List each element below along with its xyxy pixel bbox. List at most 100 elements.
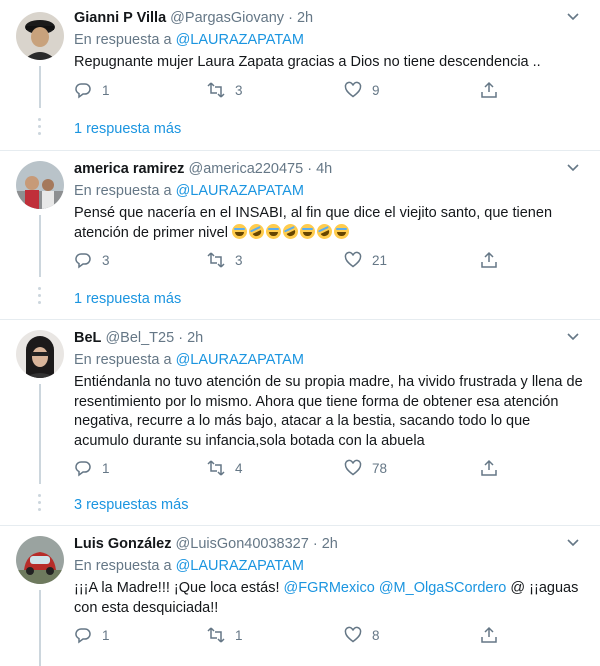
- tweet-text: Repugnante mujer Laura Zapata gracias a …: [74, 54, 541, 70]
- reply-icon: [75, 461, 91, 477]
- chevron-down-icon[interactable]: [566, 538, 580, 548]
- reply-count: 3: [102, 252, 110, 268]
- reply-icon: [75, 628, 91, 644]
- reply-prefix: En respuesta a: [74, 558, 172, 574]
- chevron-down-icon[interactable]: [566, 332, 580, 342]
- chevron-down-icon[interactable]: [566, 163, 580, 173]
- reply-button[interactable]: 3: [74, 250, 110, 270]
- reply-prefix: En respuesta a: [74, 352, 172, 368]
- timestamp[interactable]: 2h: [297, 10, 313, 26]
- separator-dot: ·: [178, 330, 184, 346]
- joy-emoji: [231, 223, 247, 239]
- tweet-actions: 1 1 8: [74, 625, 534, 647]
- tweet-header: Gianni P Villa @PargasGiovany · 2h: [74, 10, 313, 26]
- display-name[interactable]: america ramirez: [74, 161, 184, 177]
- share-icon: [481, 81, 497, 98]
- tweet-actions: 1 4 78: [74, 458, 534, 480]
- share-button[interactable]: [480, 80, 508, 100]
- display-name[interactable]: Gianni P Villa: [74, 10, 166, 26]
- timestamp[interactable]: 4h: [316, 161, 332, 177]
- user-handle[interactable]: @LuisGon40038327: [176, 536, 309, 552]
- avatar[interactable]: [16, 12, 64, 60]
- reply-button[interactable]: 1: [74, 458, 110, 478]
- reply-mention-link[interactable]: @LAURAZAPATAM: [176, 183, 304, 199]
- share-button[interactable]: [480, 625, 508, 645]
- reply-context: En respuesta a @LAURAZAPATAM: [74, 352, 304, 368]
- like-button[interactable]: 8: [344, 625, 380, 645]
- tweet-1[interactable]: Gianni P Villa @PargasGiovany · 2h En re…: [0, 0, 600, 150]
- mention-link[interactable]: @FGRMexico: [284, 580, 375, 596]
- tweet-actions: 1 3 9: [74, 80, 534, 102]
- separator-dot: ·: [288, 10, 293, 26]
- retweet-button[interactable]: 1: [207, 625, 243, 645]
- reply-context: En respuesta a @LAURAZAPATAM: [74, 183, 304, 199]
- avatar[interactable]: [16, 536, 64, 584]
- retweet-icon: [207, 460, 225, 476]
- retweet-count: 4: [235, 460, 243, 476]
- heart-icon: [344, 81, 362, 98]
- retweet-count: 3: [235, 252, 243, 268]
- tweet-3[interactable]: BeL @Bel_T25 · 2h En respuesta a @LAURAZ…: [0, 320, 600, 525]
- tweet-text-block: ¡¡¡A la Madre!!! ¡Que loca estás! @FGRMe…: [74, 579, 584, 618]
- user-handle[interactable]: @america220475: [188, 161, 303, 177]
- thread-line: [39, 66, 41, 108]
- tweet-2[interactable]: america ramirez @america220475 · 4h En r…: [0, 151, 600, 319]
- display-name[interactable]: Luis González: [74, 536, 172, 552]
- thread-dots: [38, 287, 42, 308]
- like-count: 9: [372, 82, 380, 98]
- reply-mention-link[interactable]: @LAURAZAPATAM: [176, 352, 304, 368]
- tweet-actions: 3 3 21: [74, 250, 534, 272]
- avatar[interactable]: [16, 330, 64, 378]
- avatar[interactable]: [16, 161, 64, 209]
- thread-line: [39, 384, 41, 484]
- heart-icon: [344, 626, 362, 643]
- retweet-icon: [207, 252, 225, 268]
- tweet-4[interactable]: Luis González @LuisGon40038327 · 2h En r…: [0, 526, 600, 666]
- like-count: 8: [372, 627, 380, 643]
- reply-button[interactable]: 1: [74, 625, 110, 645]
- reply-icon: [75, 253, 91, 269]
- user-handle[interactable]: @Bel_T25: [105, 330, 174, 346]
- reply-prefix: En respuesta a: [74, 32, 172, 48]
- retweet-button[interactable]: 4: [207, 458, 243, 478]
- reply-prefix: En respuesta a: [74, 183, 172, 199]
- tweet-text: ¡¡¡A la Madre!!! ¡Que loca estás!: [74, 580, 284, 596]
- separator-dot: ·: [312, 536, 318, 552]
- like-button[interactable]: 21: [344, 250, 387, 270]
- reply-mention-link[interactable]: @LAURAZAPATAM: [176, 32, 304, 48]
- like-button[interactable]: 9: [344, 80, 380, 100]
- heart-icon: [344, 459, 362, 476]
- tweet-header: Luis González @LuisGon40038327 · 2h: [74, 536, 338, 552]
- retweet-count: 3: [235, 82, 243, 98]
- chevron-down-icon[interactable]: [566, 12, 580, 22]
- show-more-replies-link[interactable]: 3 respuestas más: [74, 497, 188, 513]
- reply-button[interactable]: 1: [74, 80, 110, 100]
- joy-emoji: [333, 223, 349, 239]
- like-count: 78: [372, 460, 388, 476]
- retweet-button[interactable]: 3: [207, 250, 243, 270]
- reply-mention-link[interactable]: @LAURAZAPATAM: [176, 558, 304, 574]
- rofl-emoji: [280, 221, 301, 241]
- joy-emoji: [265, 223, 281, 239]
- mention-link[interactable]: @M_OlgaSCordero: [379, 580, 507, 596]
- reply-context: En respuesta a @LAURAZAPATAM: [74, 32, 304, 48]
- thread-line: [39, 590, 41, 666]
- retweet-count: 1: [235, 627, 243, 643]
- joy-emoji: [299, 223, 315, 239]
- timestamp[interactable]: 2h: [322, 536, 338, 552]
- share-button[interactable]: [480, 250, 508, 270]
- show-more-replies-link[interactable]: 1 respuesta más: [74, 121, 181, 137]
- retweet-icon: [207, 627, 225, 643]
- thread-dots: [38, 494, 42, 515]
- display-name[interactable]: BeL: [74, 330, 101, 346]
- show-more-replies-link[interactable]: 1 respuesta más: [74, 291, 181, 307]
- tweet-header: BeL @Bel_T25 · 2h: [74, 330, 203, 346]
- share-button[interactable]: [480, 458, 508, 478]
- timestamp[interactable]: 2h: [187, 330, 203, 346]
- like-button[interactable]: 78: [344, 458, 387, 478]
- reply-count: 1: [102, 82, 110, 98]
- retweet-button[interactable]: 3: [207, 80, 243, 100]
- tweet-text: Entiéndanla no tuvo atención de su propi…: [74, 374, 583, 449]
- share-icon: [481, 251, 497, 268]
- user-handle[interactable]: @PargasGiovany: [170, 10, 284, 26]
